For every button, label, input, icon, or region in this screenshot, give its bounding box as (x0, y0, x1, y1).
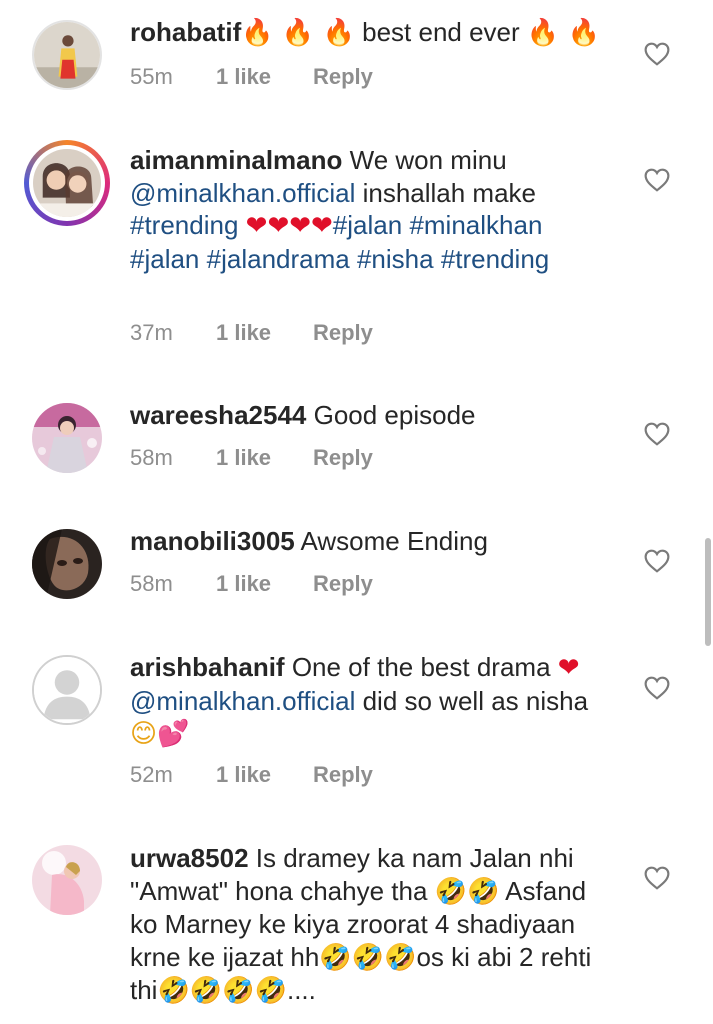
default-avatar-icon (34, 657, 100, 723)
profile-photo-icon (33, 149, 101, 217)
comment-body: aimanminalmano We won minu @minalkhan.of… (130, 144, 610, 275)
comment-text (434, 244, 441, 274)
heart-outline-icon[interactable] (644, 422, 670, 446)
comment-likes[interactable]: 1 like (216, 571, 271, 597)
emoji-laugh: 🤣🤣🤣🤣 (157, 976, 287, 1006)
emoji-heart: ❤ (557, 653, 580, 683)
profile-photo-icon (32, 403, 102, 473)
avatar[interactable] (32, 20, 102, 90)
comment-text (238, 210, 245, 240)
heart-outline-icon[interactable] (644, 168, 670, 192)
comment-username[interactable]: aimanminalmano (130, 145, 342, 175)
scrollbar[interactable] (705, 538, 711, 646)
heart-outline-icon[interactable] (644, 42, 670, 66)
hashtag-link[interactable]: #jalan (333, 210, 402, 240)
hashtag-link[interactable]: #trending (130, 210, 238, 240)
comment-text: Good episode (306, 400, 476, 430)
comment-body: urwa8502 Is dramey ka nam Jalan nhi "Amw… (130, 842, 610, 1008)
comment-username[interactable]: rohabatif (130, 17, 241, 47)
emoji-fire: 🔥 🔥 (526, 18, 600, 48)
heart-outline-icon[interactable] (644, 866, 670, 890)
emoji-laugh: 🤣🤣 (434, 876, 500, 907)
avatar[interactable] (32, 845, 102, 915)
reply-button[interactable]: Reply (313, 762, 373, 788)
profile-photo-icon (32, 529, 102, 599)
hashtag-link[interactable]: #jalandrama (207, 244, 350, 274)
comment-text (350, 244, 357, 274)
comment-body: wareesha2544 Good episode (130, 399, 610, 432)
avatar[interactable] (24, 140, 110, 226)
avatar[interactable] (32, 655, 102, 725)
comment-likes[interactable]: 1 like (216, 762, 271, 788)
comment-likes[interactable]: 1 like (216, 64, 271, 90)
reply-button[interactable]: Reply (313, 445, 373, 471)
comment-text: Awsome Ending (294, 526, 488, 556)
hashtag-link[interactable]: #trending (441, 244, 549, 274)
hashtag-link[interactable]: #nisha (357, 244, 434, 274)
reply-button[interactable]: Reply (313, 571, 373, 597)
avatar[interactable] (32, 529, 102, 599)
mention-link[interactable]: @minalkhan.official (130, 686, 355, 716)
comment-time: 37m (130, 320, 173, 345)
emoji-heart: ❤❤❤❤ (245, 211, 333, 241)
story-ring (29, 145, 105, 221)
mention-link[interactable]: @minalkhan.official (130, 178, 355, 208)
heart-outline-icon[interactable] (644, 549, 670, 573)
comment-text: We won minu (342, 145, 507, 175)
emoji-fire: 🔥 🔥 🔥 (241, 18, 355, 48)
comment-body: manobili3005 Awsome Ending (130, 525, 610, 558)
comment-username[interactable]: wareesha2544 (130, 400, 306, 430)
avatar[interactable] (32, 403, 102, 473)
profile-photo-icon (34, 22, 100, 88)
reply-button[interactable]: Reply (313, 320, 373, 346)
comment-text: One of the best drama (284, 652, 558, 682)
comment-body: rohabatif🔥 🔥 🔥 best end ever 🔥 🔥 (130, 16, 610, 50)
emoji-laugh: 🤣🤣🤣 (319, 942, 417, 973)
comment-time: 58m (130, 571, 173, 596)
hashtag-link[interactable]: #minalkhan (409, 210, 542, 240)
comment-text: .... (286, 975, 316, 1005)
hashtag-link[interactable]: #jalan (130, 244, 199, 274)
comment-text: inshallah make (355, 177, 537, 208)
heart-outline-icon[interactable] (644, 676, 670, 700)
profile-photo-icon (32, 845, 102, 915)
comment-time: 52m (130, 762, 173, 787)
comment-username[interactable]: arishbahanif (130, 652, 285, 682)
comment-text (199, 244, 206, 274)
comment-text: best end ever (354, 17, 527, 47)
comment-time: 55m (130, 64, 173, 89)
comment-body: arishbahanif One of the best drama ❤ @mi… (130, 651, 610, 751)
emoji-smile: 😊 (130, 719, 158, 749)
comment-text: did so well as nisha (355, 685, 589, 716)
emoji-hearts2: 💕 (157, 719, 190, 749)
comment-likes[interactable]: 1 like (216, 445, 271, 471)
comment-likes[interactable]: 1 like (216, 320, 271, 346)
comment-username[interactable]: urwa8502 (130, 843, 249, 873)
reply-button[interactable]: Reply (313, 64, 373, 90)
comment-username[interactable]: manobili3005 (130, 526, 295, 556)
comment-time: 58m (130, 445, 173, 470)
